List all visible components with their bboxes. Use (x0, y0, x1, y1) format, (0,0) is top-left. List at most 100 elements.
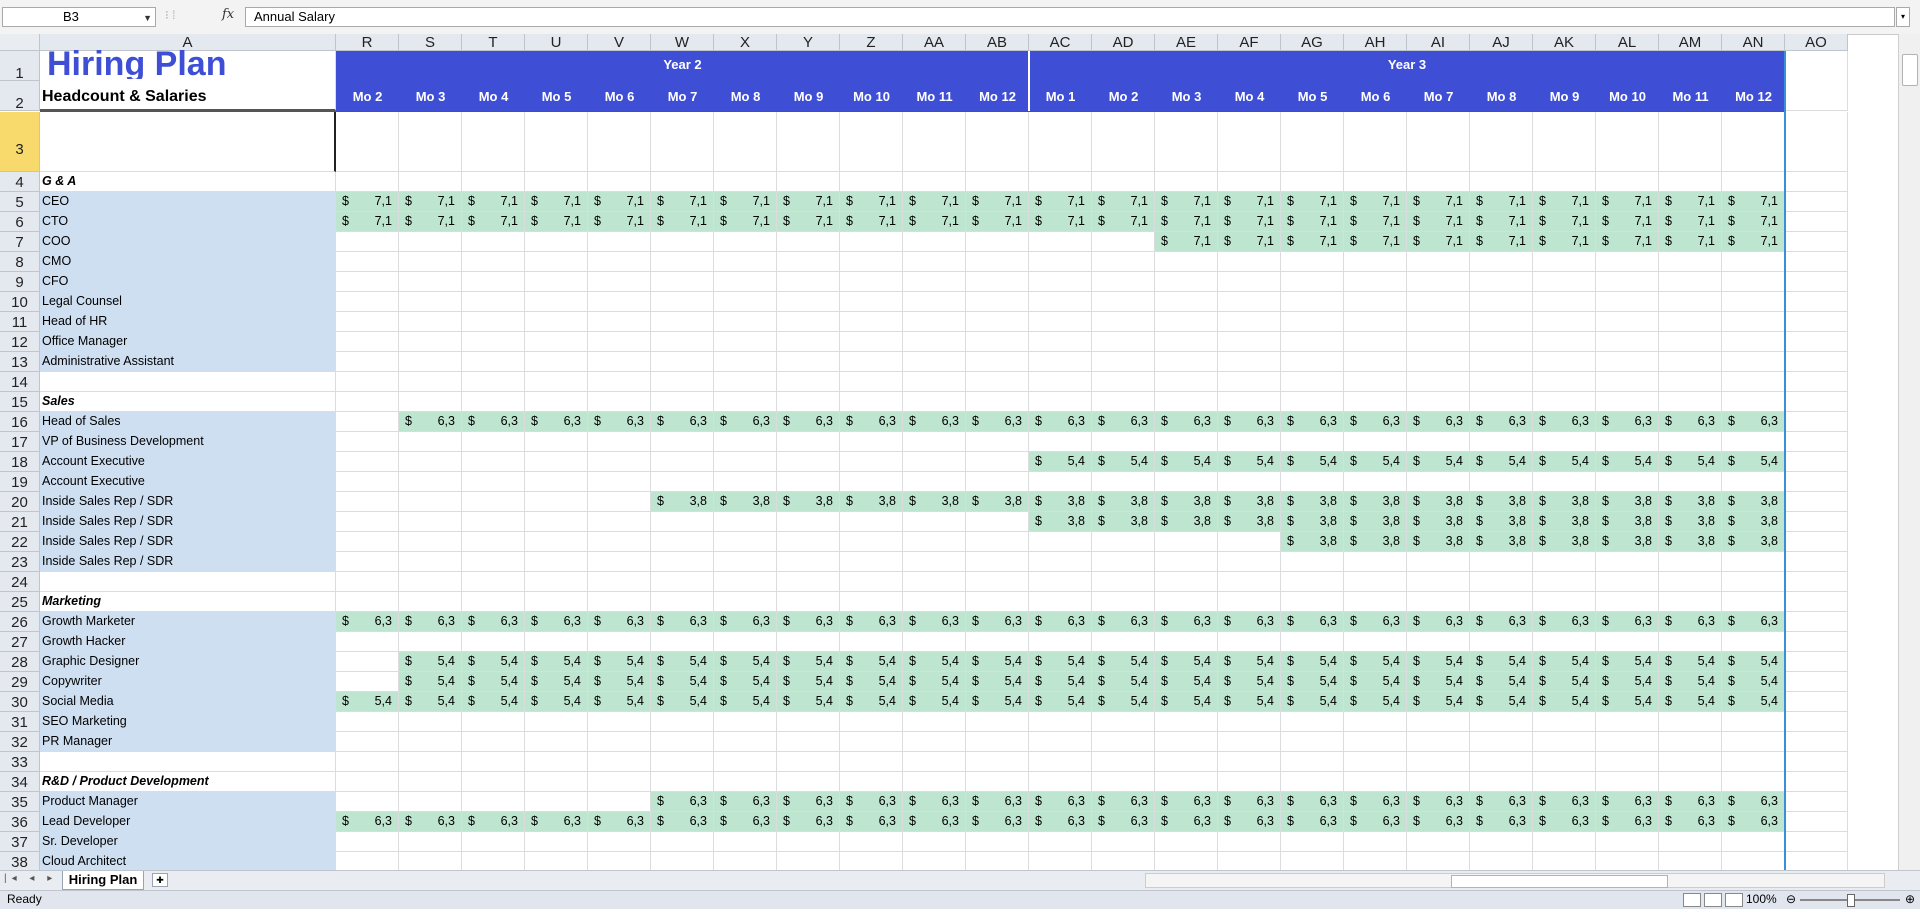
grid-cell[interactable] (1092, 272, 1155, 292)
grid-cell[interactable] (903, 332, 966, 352)
salary-cell[interactable]: $6,3 (1155, 412, 1218, 432)
grid-cell[interactable] (1596, 312, 1659, 332)
grid-cell[interactable] (588, 112, 651, 172)
grid-cell[interactable] (336, 352, 399, 372)
grid-cell[interactable] (588, 232, 651, 252)
grid-cell[interactable] (903, 772, 966, 792)
grid-cell[interactable] (1092, 172, 1155, 192)
grid-cell[interactable] (462, 832, 525, 852)
grid-cell[interactable] (1344, 332, 1407, 352)
grid-cell[interactable] (336, 252, 399, 272)
salary-cell[interactable]: $6,3 (1722, 612, 1785, 632)
column-header-an[interactable]: AN (1722, 34, 1785, 51)
grid-cell[interactable] (525, 572, 588, 592)
grid-cell[interactable] (714, 332, 777, 352)
salary-cell[interactable]: $3,8 (1407, 492, 1470, 512)
salary-cell[interactable]: $7,1 (1344, 232, 1407, 252)
grid-cell[interactable] (1281, 552, 1344, 572)
grid-cell[interactable] (525, 292, 588, 312)
label-cell[interactable] (40, 372, 336, 392)
row-header-19[interactable]: 19 (0, 472, 40, 492)
salary-cell[interactable]: $7,1 (777, 212, 840, 232)
grid-cell[interactable] (1785, 692, 1848, 712)
grid-cell[interactable] (525, 832, 588, 852)
salary-cell[interactable]: $3,8 (1155, 492, 1218, 512)
column-header-ao[interactable]: AO (1785, 34, 1848, 51)
grid-cell[interactable] (1218, 312, 1281, 332)
label-cell[interactable] (40, 752, 336, 772)
grid-cell[interactable] (1155, 472, 1218, 492)
grid-cell[interactable] (1470, 272, 1533, 292)
expand-formula-bar-button[interactable]: ▾ (1896, 7, 1910, 27)
role-label[interactable]: Legal Counsel (40, 292, 336, 312)
grid-cell[interactable] (903, 112, 966, 172)
grid-cell[interactable] (525, 732, 588, 752)
grid-cell[interactable] (1155, 352, 1218, 372)
salary-cell[interactable]: $7,1 (1659, 212, 1722, 232)
grid-cell[interactable] (1155, 712, 1218, 732)
salary-cell[interactable]: $6,3 (966, 812, 1029, 832)
salary-cell[interactable]: $7,1 (903, 192, 966, 212)
grid-cell[interactable] (1470, 372, 1533, 392)
grid-cell[interactable] (1596, 272, 1659, 292)
grid-cell[interactable] (1785, 272, 1848, 292)
salary-cell[interactable]: $5,4 (651, 672, 714, 692)
salary-cell[interactable]: $3,8 (840, 492, 903, 512)
grid-cell[interactable] (1407, 572, 1470, 592)
grid-cell[interactable] (399, 292, 462, 312)
grid-cell[interactable] (336, 712, 399, 732)
grid-cell[interactable] (462, 732, 525, 752)
grid-cell[interactable] (1722, 472, 1785, 492)
grid-cell[interactable] (1281, 732, 1344, 752)
grid-cell[interactable] (525, 312, 588, 332)
salary-cell[interactable]: $3,8 (1470, 512, 1533, 532)
salary-cell[interactable]: $3,8 (1092, 512, 1155, 532)
grid-cell[interactable] (1785, 672, 1848, 692)
grid-cell[interactable] (525, 392, 588, 412)
grid-cell[interactable] (1218, 392, 1281, 412)
salary-cell[interactable]: $5,4 (336, 692, 399, 712)
grid-cell[interactable] (966, 552, 1029, 572)
salary-cell[interactable]: $6,3 (336, 812, 399, 832)
grid-cell[interactable] (966, 112, 1029, 172)
grid-cell[interactable] (651, 432, 714, 452)
role-label[interactable]: Account Executive (40, 452, 336, 472)
salary-cell[interactable]: $6,3 (1029, 612, 1092, 632)
salary-cell[interactable]: $3,8 (1344, 512, 1407, 532)
grid-cell[interactable] (1533, 172, 1596, 192)
salary-cell[interactable]: $5,4 (1344, 452, 1407, 472)
grid-cell[interactable] (1785, 432, 1848, 452)
grid-cell[interactable] (840, 552, 903, 572)
grid-cell[interactable] (525, 112, 588, 172)
salary-cell[interactable]: $3,8 (903, 492, 966, 512)
role-label[interactable]: Cloud Architect (40, 852, 336, 870)
salary-cell[interactable]: $5,4 (1533, 692, 1596, 712)
grid-cell[interactable] (714, 532, 777, 552)
grid-cell[interactable] (651, 532, 714, 552)
grid-cell[interactable] (336, 272, 399, 292)
grid-cell[interactable] (777, 772, 840, 792)
salary-cell[interactable]: $6,3 (651, 812, 714, 832)
grid-cell[interactable] (1659, 172, 1722, 192)
salary-cell[interactable]: $6,3 (903, 812, 966, 832)
grid-cell[interactable] (840, 832, 903, 852)
grid-cell[interactable] (336, 632, 399, 652)
grid-cell[interactable] (336, 392, 399, 412)
grid-cell[interactable] (777, 752, 840, 772)
grid-cell[interactable] (1344, 292, 1407, 312)
salary-cell[interactable]: $7,1 (336, 212, 399, 232)
grid-cell[interactable] (903, 632, 966, 652)
salary-cell[interactable]: $6,3 (1218, 812, 1281, 832)
grid-cell[interactable] (588, 772, 651, 792)
grid-cell[interactable] (1092, 772, 1155, 792)
grid-cell[interactable] (462, 232, 525, 252)
grid-cell[interactable] (1155, 552, 1218, 572)
grid-cell[interactable] (1533, 272, 1596, 292)
grid-cell[interactable] (1596, 372, 1659, 392)
salary-cell[interactable]: $7,1 (1533, 212, 1596, 232)
grid-cell[interactable] (336, 172, 399, 192)
grid-cell[interactable] (1344, 472, 1407, 492)
grid-cell[interactable] (399, 712, 462, 732)
grid-cell[interactable] (336, 312, 399, 332)
grid-cell[interactable] (840, 372, 903, 392)
